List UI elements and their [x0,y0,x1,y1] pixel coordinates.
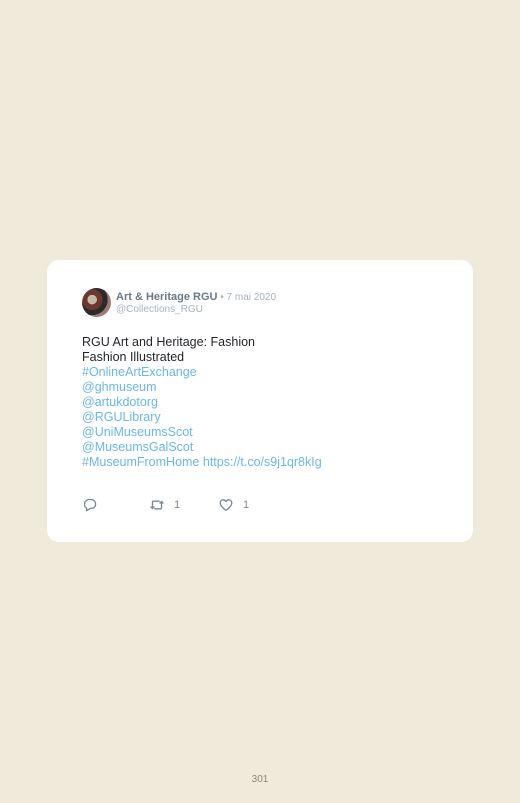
tweet-text-line: Fashion Illustrated [82,350,185,364]
mention-link[interactable]: @RGULibrary [82,410,452,425]
tweet-date[interactable]: 7 mai 2020 [227,292,276,303]
hashtag-link[interactable]: #MuseumFromHome [82,455,199,469]
like-count: 1 [243,499,250,511]
page-number: 301 [251,774,269,785]
avatar[interactable] [82,288,111,317]
reply-icon [82,497,98,513]
reply-button[interactable] [82,497,98,513]
author-name[interactable]: Art & Heritage RGU [116,291,217,303]
tweet-actions: 1 1 [82,497,382,513]
tweet-last-line: #MuseumFromHome https://t.co/s9j1qr8kIg [82,455,452,470]
header-separator: • [217,292,227,303]
mention-link[interactable]: @UniMuseumsScot [82,425,452,440]
mention-link[interactable]: @MuseumsGalScot [82,440,452,455]
tweet-card: Art & Heritage RGU • 7 mai 2020 @Collect… [47,260,473,542]
tweet-header: Art & Heritage RGU • 7 mai 2020 [116,291,276,304]
like-button[interactable]: 1 [218,497,249,513]
retweet-count: 1 [174,499,181,511]
retweet-icon [149,497,165,513]
author-handle[interactable]: @Collections_RGU [116,304,203,315]
mention-link[interactable]: @ghmuseum [82,380,452,395]
mention-link[interactable]: @artukdotorg [82,395,452,410]
tweet-body: RGU Art and Heritage: Fashion Fashion Il… [82,335,452,470]
url-link[interactable]: https://t.co/s9j1qr8kIg [203,455,322,469]
retweet-button[interactable]: 1 [149,497,180,513]
tweet-text-line: RGU Art and Heritage: Fashion [82,335,255,349]
heart-icon [218,497,234,513]
hashtag-link[interactable]: #OnlineArtExchange [82,365,452,380]
